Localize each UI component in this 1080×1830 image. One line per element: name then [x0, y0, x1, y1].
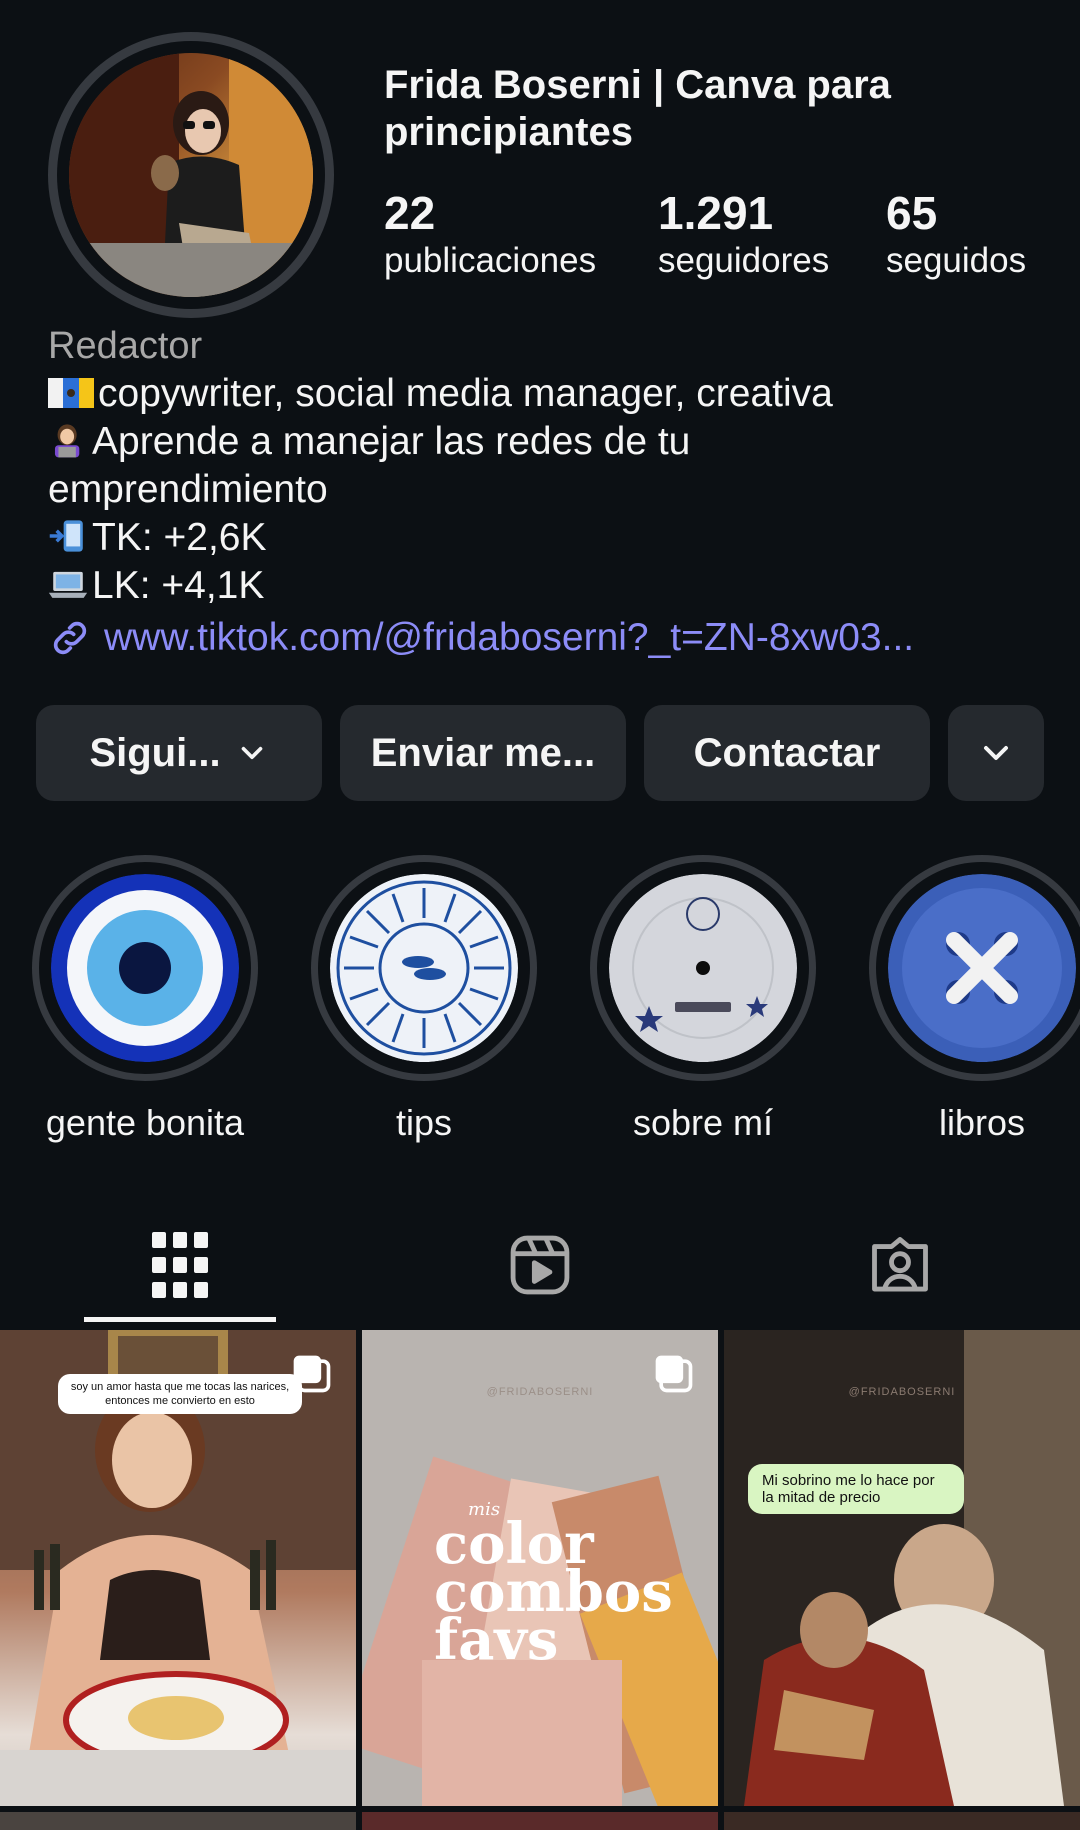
post-thumbnail-partial[interactable] — [362, 1812, 718, 1830]
laptop-icon — [48, 571, 88, 598]
contact-button-label: Contactar — [693, 730, 881, 775]
highlight-sobre-mi[interactable]: sobre mí — [588, 855, 818, 1145]
highlight-cover — [51, 874, 239, 1062]
mobile-arrow-icon — [49, 520, 83, 552]
contact-button[interactable]: Contactar — [644, 705, 930, 801]
avatar[interactable] — [48, 32, 334, 318]
stat-following-label: seguidos — [886, 241, 1027, 280]
active-tab-indicator — [84, 1317, 276, 1322]
profile-name: Frida Boserni | Canva para principiantes — [384, 63, 891, 154]
stat-posts[interactable]: 22 publicaciones — [384, 188, 596, 282]
bio: Redactor copywriter, social media manage… — [48, 322, 1048, 664]
highlight-tips[interactable]: tips — [309, 855, 539, 1145]
posts-grid: soy un amor hasta que me tocas las naric… — [0, 1330, 1080, 1830]
highlight-cover — [888, 874, 1076, 1062]
highlight-label: gente bonita — [45, 1102, 245, 1143]
bio-line: copywriter, social media manager, creati… — [48, 370, 1048, 418]
bio-line: TK: +2,6K — [48, 514, 1048, 562]
highlight-cover — [609, 874, 797, 1062]
suggested-accounts-button[interactable] — [948, 705, 1044, 801]
profile-link[interactable]: www.tiktok.com/@fridaboserni?_t=ZN-8xw03… — [48, 612, 1048, 664]
bio-line: Aprende a manejar las redes de tu — [48, 418, 1048, 466]
highlight-label: libros — [938, 1102, 1026, 1143]
message-button[interactable]: Enviar me... — [340, 705, 626, 801]
bio-line-text: LK: +4,1K — [92, 564, 265, 607]
link-icon — [53, 621, 87, 655]
following-button[interactable]: Sigui... — [36, 705, 322, 801]
reels-icon — [510, 1235, 570, 1295]
post-watermark: @FRIDABOSERNI — [848, 1386, 956, 1398]
stat-followers[interactable]: 1.291 seguidores — [658, 188, 829, 282]
chevron-down-icon — [984, 746, 1008, 760]
highlight-label: sobre mí — [632, 1102, 774, 1143]
post-thumbnail[interactable]: @FRIDABOSERNI mis color combos favs — [362, 1330, 718, 1806]
carousel-icon — [655, 1355, 693, 1393]
highlight-gente-bonita[interactable]: gente bonita — [30, 855, 260, 1145]
tab-reels[interactable] — [360, 1205, 720, 1325]
bio-line-text: TK: +2,6K — [92, 516, 267, 559]
post-caption: soy un amor hasta que me tocas las naric… — [58, 1374, 302, 1414]
stat-following-value: 65 — [886, 187, 938, 239]
post-thumbnail-partial[interactable] — [724, 1812, 1080, 1830]
highlight-libros[interactable]: libros — [867, 855, 1080, 1145]
stat-followers-value: 1.291 — [658, 187, 774, 239]
post-thumbnail-partial[interactable] — [0, 1812, 356, 1830]
stat-following[interactable]: 65 seguidos — [886, 188, 1026, 282]
bio-line-text: Aprende a manejar las redes de tu — [92, 420, 691, 463]
profile-tabs — [0, 1205, 1080, 1325]
message-button-label: Enviar me... — [370, 730, 596, 775]
avatar-photo — [69, 53, 313, 297]
post-thumbnail[interactable]: soy un amor hasta que me tocas las naric… — [0, 1330, 356, 1806]
tab-posts-grid[interactable] — [0, 1205, 360, 1325]
highlight-cover — [330, 874, 518, 1062]
following-button-label: Sigui... — [89, 730, 221, 775]
profile-link-text: www.tiktok.com/@fridaboserni?_t=ZN-8xw03… — [104, 616, 915, 659]
stat-posts-label: publicaciones — [384, 241, 597, 280]
bio-line-text: copywriter, social media manager, creati… — [98, 372, 833, 415]
story-highlights: gente bonita tips sobre mí libros — [0, 855, 1080, 1145]
tab-tagged[interactable] — [720, 1205, 1080, 1325]
profile-header: Frida Boserni | Canva para principiantes… — [0, 0, 1080, 320]
highlight-label: tips — [395, 1102, 453, 1143]
profile-category: Redactor — [48, 325, 203, 367]
post-caption: Mi sobrino me lo hace por la mitad de pr… — [748, 1464, 964, 1514]
stat-followers-label: seguidores — [658, 241, 830, 280]
stat-posts-value: 22 — [384, 187, 436, 239]
tagged-icon — [872, 1237, 928, 1292]
grid-icon — [152, 1232, 208, 1298]
chevron-down-icon — [241, 746, 262, 760]
flag-canary-islands-icon — [48, 378, 94, 408]
bio-line: emprendimiento — [48, 468, 328, 511]
post-thumbnail[interactable]: @FRIDABOSERNI Mi sobrino me lo hace por … — [724, 1330, 1080, 1806]
bio-line: LK: +4,1K — [48, 562, 1048, 610]
post-title: mis color combos favs — [434, 1500, 673, 1669]
woman-technologist-icon — [54, 424, 80, 458]
carousel-icon — [293, 1355, 331, 1393]
